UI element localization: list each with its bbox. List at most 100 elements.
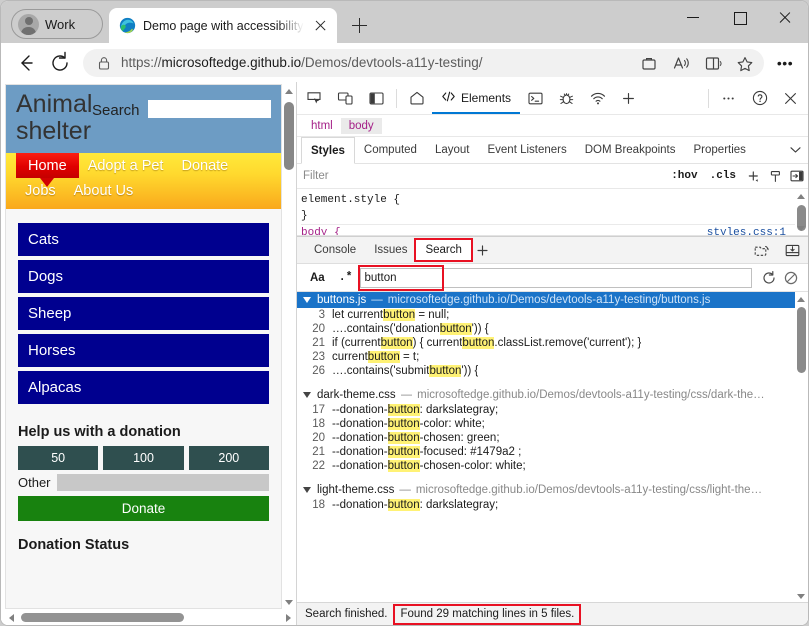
result-line[interactable]: 18 --donation-button-color: white; xyxy=(297,417,808,431)
result-line[interactable]: 26 ….contains('submitbutton')) { xyxy=(297,364,808,378)
result-line[interactable]: 22 --donation-button-chosen-color: white… xyxy=(297,459,808,473)
result-line[interactable]: 23 currentbutton = t; xyxy=(297,350,808,364)
tab-close-icon[interactable] xyxy=(309,15,331,37)
scroll-right-arrow-icon[interactable] xyxy=(282,610,296,625)
other-amount-input[interactable] xyxy=(57,474,269,491)
home-icon[interactable] xyxy=(401,83,432,114)
toggle-pseudo-states-button[interactable]: :hov xyxy=(665,170,703,182)
console-icon[interactable] xyxy=(520,83,551,114)
use-regex-button[interactable]: .* xyxy=(332,271,360,284)
split-screen-icon[interactable] xyxy=(698,50,728,76)
read-aloud-icon[interactable] xyxy=(666,50,696,76)
reload-button[interactable] xyxy=(43,46,77,80)
add-drawer-tab-icon[interactable] xyxy=(471,238,495,262)
amount-button-50[interactable]: 50 xyxy=(18,446,98,470)
add-panel-icon[interactable] xyxy=(613,83,644,114)
tab-dom-breakpoints[interactable]: DOM Breakpoints xyxy=(576,137,685,163)
minimize-button[interactable] xyxy=(670,1,716,33)
result-line[interactable]: 20 --donation-button-chosen: green; xyxy=(297,431,808,445)
refresh-icon[interactable] xyxy=(758,267,780,289)
site-search-input[interactable] xyxy=(148,100,271,118)
page-horizontal-scrollbar[interactable] xyxy=(5,610,296,625)
h-scrollbar-thumb[interactable] xyxy=(21,613,184,622)
show-computed-sidebar-icon[interactable] xyxy=(786,165,808,187)
styles-scroll-up-icon[interactable] xyxy=(795,189,808,203)
tab-computed[interactable]: Computed xyxy=(355,137,426,163)
animal-button-alpacas[interactable]: Alpacas xyxy=(18,371,269,404)
close-window-button[interactable] xyxy=(762,1,808,33)
styles-scrollbar[interactable] xyxy=(795,189,808,235)
favorite-star-icon[interactable] xyxy=(730,50,760,76)
device-emulation-icon[interactable] xyxy=(330,83,361,114)
match-case-button[interactable]: Aa xyxy=(303,272,332,284)
result-line[interactable]: 17 --donation-button: darkslategray; xyxy=(297,403,808,417)
nav-item-adopt[interactable]: Adopt a Pet xyxy=(79,153,173,178)
tab-layout[interactable]: Layout xyxy=(426,137,479,163)
new-tab-button[interactable] xyxy=(345,11,373,39)
results-scrollbar[interactable] xyxy=(795,292,808,602)
result-line[interactable]: 3 let currentbutton = null; xyxy=(297,308,808,322)
computed-styles-sidebar-icon[interactable] xyxy=(764,165,786,187)
drawer-tab-issues[interactable]: Issues xyxy=(365,240,416,260)
close-drawer-icon[interactable] xyxy=(777,235,808,266)
settings-and-more-button[interactable] xyxy=(770,48,800,78)
clear-icon[interactable] xyxy=(780,267,802,289)
tab-styles[interactable]: Styles xyxy=(301,137,355,164)
nav-item-donate[interactable]: Donate xyxy=(172,153,237,178)
amount-button-200[interactable]: 200 xyxy=(189,446,269,470)
tab-event-listeners[interactable]: Event Listeners xyxy=(478,137,575,163)
drawer-tab-search[interactable]: Search xyxy=(416,240,470,260)
results-scroll-down-icon[interactable] xyxy=(795,589,808,602)
result-line[interactable]: 21 if (currentbutton) { currentbutton.cl… xyxy=(297,336,808,350)
new-search-icon[interactable] xyxy=(746,235,777,266)
result-file-header[interactable]: buttons.js — microsoftedge.github.io/Dem… xyxy=(297,292,808,308)
browser-tab[interactable]: Demo page with accessibility issu xyxy=(109,8,337,43)
result-line[interactable]: 18 --donation-button: darkslategray; xyxy=(297,498,808,512)
animal-button-sheep[interactable]: Sheep xyxy=(18,297,269,330)
chevron-down-icon[interactable] xyxy=(782,137,808,163)
donate-submit-button[interactable]: Donate xyxy=(18,496,269,521)
new-style-rule-icon[interactable] xyxy=(742,165,764,187)
nav-item-about[interactable]: About Us xyxy=(65,178,143,203)
collections-icon[interactable] xyxy=(634,50,664,76)
result-file-header[interactable]: dark-theme.css — microsoftedge.github.io… xyxy=(297,387,808,403)
amount-button-100[interactable]: 100 xyxy=(103,446,183,470)
results-scrollbar-thumb[interactable] xyxy=(797,307,806,373)
page-vertical-scrollbar[interactable] xyxy=(282,84,296,609)
results-scroll-up-icon[interactable] xyxy=(795,292,808,305)
help-icon[interactable] xyxy=(744,83,775,114)
style-rule-element[interactable]: element.style { xyxy=(301,192,808,208)
animal-button-cats[interactable]: Cats xyxy=(18,223,269,256)
profile-button[interactable]: Work xyxy=(11,9,103,39)
result-line[interactable]: 20 ….contains('donationbutton')) { xyxy=(297,322,808,336)
scroll-left-arrow-icon[interactable] xyxy=(5,610,19,625)
address-bar[interactable]: https://microsoftedge.github.io/Demos/de… xyxy=(83,49,764,77)
chevron-down-icon[interactable] xyxy=(303,296,312,305)
chevron-down-icon[interactable] xyxy=(303,486,312,495)
chevron-down-icon[interactable] xyxy=(303,391,312,400)
result-line[interactable]: 21 --donation-button-focused: #1479a2 ; xyxy=(297,445,808,459)
styles-scroll-down-icon[interactable] xyxy=(795,221,808,235)
scroll-up-arrow-icon[interactable] xyxy=(282,84,296,98)
style-rule-body[interactable]: body { styles.css:1 xyxy=(301,224,808,236)
breadcrumb-body[interactable]: body xyxy=(341,118,382,134)
result-file-header[interactable]: light-theme.css — microsoftedge.github.i… xyxy=(297,482,808,498)
more-tools-icon[interactable] xyxy=(713,83,744,114)
scrollbar-thumb[interactable] xyxy=(284,102,294,170)
tab-properties[interactable]: Properties xyxy=(685,137,755,163)
dock-side-icon[interactable] xyxy=(361,83,392,114)
close-devtools-icon[interactable] xyxy=(775,83,806,114)
tab-elements[interactable]: Elements xyxy=(432,83,520,114)
network-conditions-icon[interactable] xyxy=(582,83,613,114)
search-results-list[interactable]: buttons.js — microsoftedge.github.io/Dem… xyxy=(297,292,808,602)
maximize-button[interactable] xyxy=(716,1,762,33)
scroll-down-arrow-icon[interactable] xyxy=(282,595,296,609)
inspect-element-icon[interactable] xyxy=(299,83,330,114)
issues-bug-icon[interactable] xyxy=(551,83,582,114)
toggle-class-button[interactable]: .cls xyxy=(704,170,742,182)
search-input[interactable]: button xyxy=(360,268,752,288)
animal-button-dogs[interactable]: Dogs xyxy=(18,260,269,293)
animal-button-horses[interactable]: Horses xyxy=(18,334,269,367)
nav-item-home[interactable]: Home xyxy=(16,153,79,178)
back-button[interactable] xyxy=(9,46,43,80)
